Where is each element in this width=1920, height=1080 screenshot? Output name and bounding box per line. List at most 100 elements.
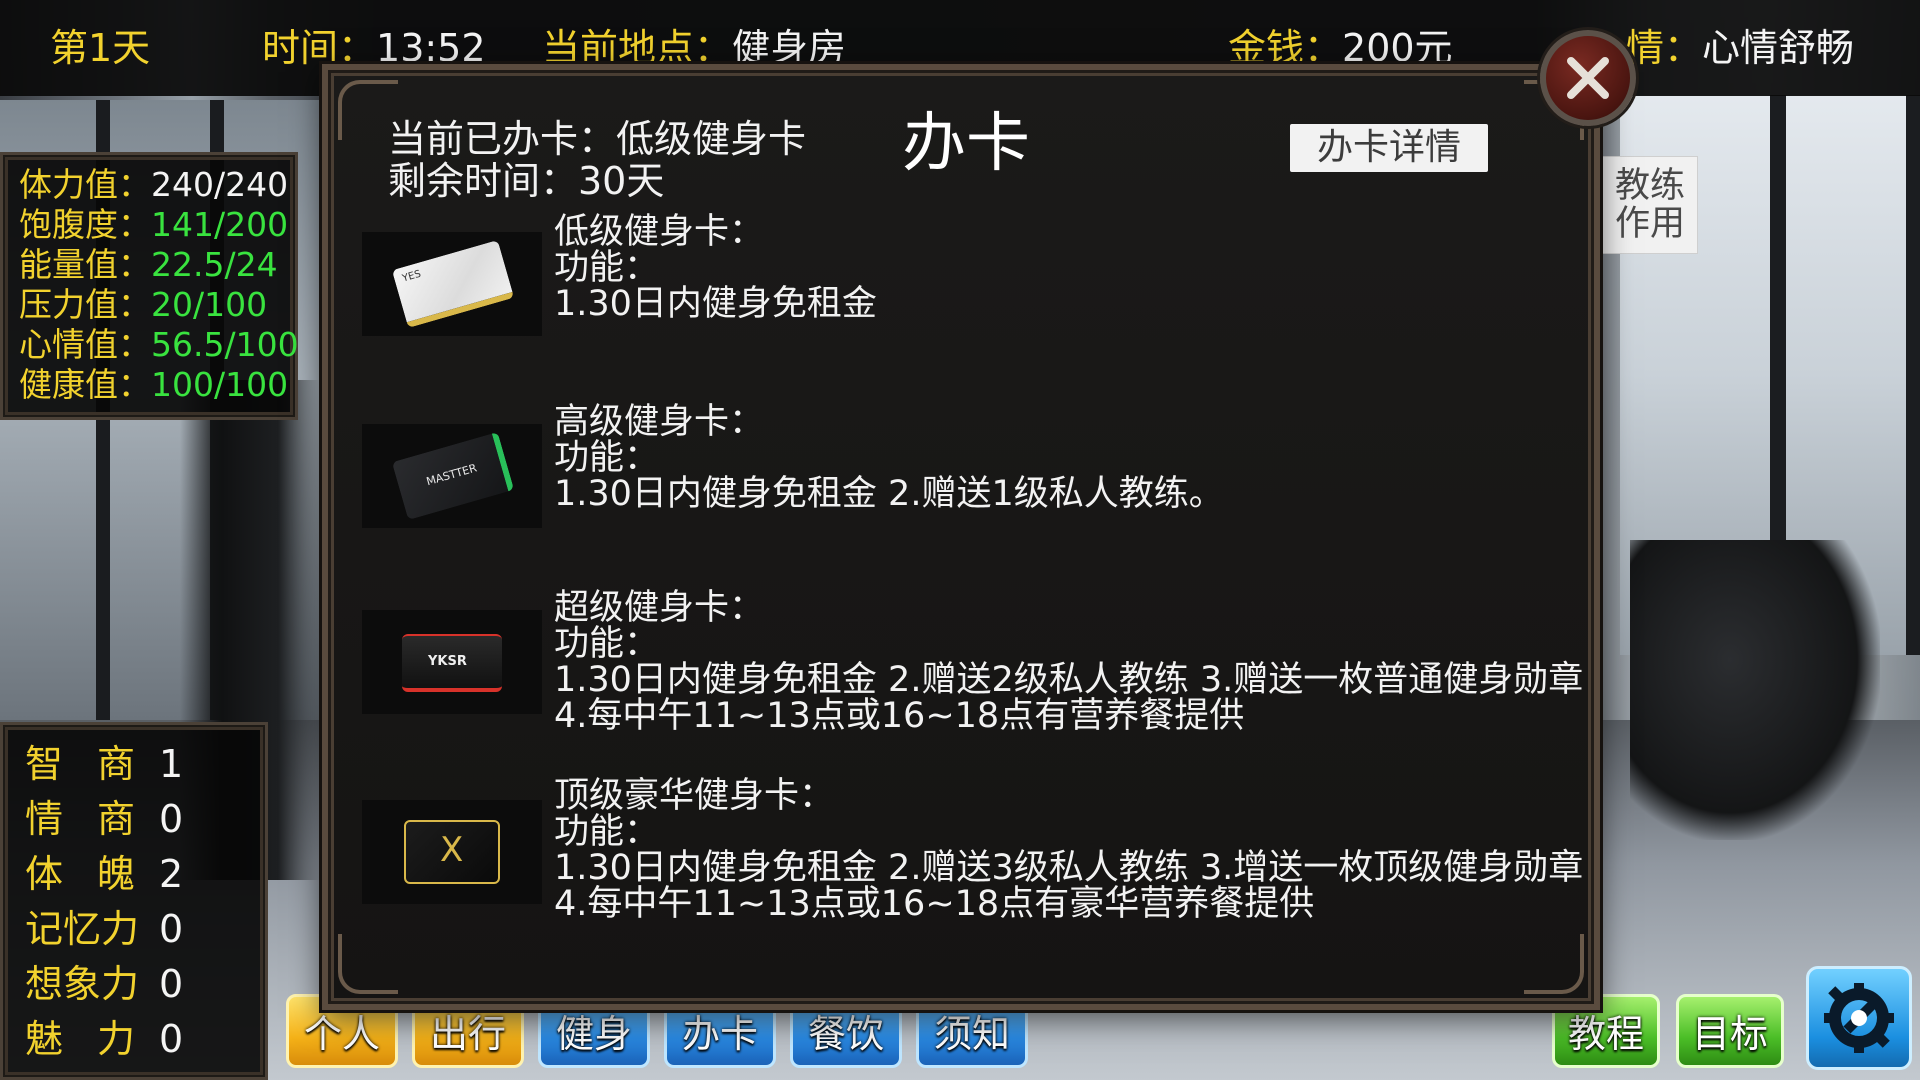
attributes-panel: 智商1 情商0 体魄2 记忆力 0 想象力 0 魅力0 — [0, 722, 268, 1080]
attr-name-part: 体 — [25, 852, 64, 896]
coach-function-button[interactable]: 教练 作用 — [1602, 156, 1698, 254]
attr-name-part: 想象 — [25, 962, 102, 1006]
attr-value: 0 — [159, 907, 184, 951]
card-face: YES — [391, 240, 515, 328]
card-name: 高级健身卡： — [554, 402, 765, 442]
attr-name-part: 魄 — [96, 852, 135, 896]
card-face: MASTTER — [391, 432, 515, 520]
attr-memory: 记忆力 0 — [25, 902, 265, 957]
current-card-status: 当前已办卡：低级健身卡 剩余时间：30天 — [388, 118, 806, 202]
card-name: 顶级豪华健身卡： — [554, 776, 835, 816]
day-counter: 第1天 — [50, 26, 151, 70]
card-name: 低级健身卡： — [554, 212, 765, 252]
coach-button-line1: 教练 — [1614, 166, 1685, 206]
attr-value: 2 — [159, 852, 184, 896]
card-benefit: 4.每中午11~13点或16~18点有豪华营养餐提供 — [554, 884, 1315, 924]
attr-name: 魅力 — [25, 1012, 147, 1067]
attr-name-part: 商 — [96, 742, 135, 786]
attr-name-part: 魅 — [25, 1017, 64, 1061]
gear-wrench-icon — [1824, 983, 1894, 1053]
stat-label: 健康值： — [19, 365, 151, 404]
attr-value: 1 — [159, 742, 184, 786]
stat-value: 240/240 — [151, 165, 289, 204]
stat-health: 健康值：100/100 — [19, 365, 295, 405]
dialog-title: 办卡 — [902, 107, 1030, 181]
advanced-card-info: 高级健身卡： 功能： 1.30日内健身免租金 2.赠送1级私人教练。 — [554, 404, 1224, 512]
attr-name-part: 智 — [25, 742, 64, 786]
card-brand: X — [440, 830, 464, 870]
stat-value: 20/100 — [151, 285, 268, 324]
attr-value: 0 — [159, 962, 184, 1006]
card-benefit: 4.每中午11~13点或16~18点有营养餐提供 — [554, 696, 1245, 736]
coach-button-line2: 作用 — [1614, 204, 1685, 244]
advanced-card-image[interactable]: MASTTER — [362, 424, 542, 528]
basic-card-info: 低级健身卡： 功能： 1.30日内健身免租金 — [554, 214, 877, 322]
mood-label: 情： — [1626, 26, 1703, 70]
card-function-label: 功能： — [554, 438, 660, 478]
card-face: X — [404, 820, 500, 884]
basic-card-image[interactable]: YES — [362, 232, 542, 336]
stat-label: 能量值： — [19, 245, 151, 284]
luxury-card-image[interactable]: X — [362, 800, 542, 904]
stat-satiety: 饱腹度：141/200 — [19, 205, 295, 245]
card-benefit: 1.30日内健身免租金 — [554, 284, 877, 324]
attr-name: 记忆力 — [25, 902, 147, 957]
attr-name-part: 力 — [101, 907, 140, 951]
card-function-label: 功能： — [554, 624, 660, 664]
card-benefit: 1.30日内健身免租金 2.赠送1级私人教练。 — [554, 474, 1224, 514]
stat-value: 22.5/24 — [151, 245, 278, 284]
mood-value: 心情舒畅 — [1702, 26, 1855, 70]
membership-card-dialog: 当前已办卡：低级健身卡 剩余时间：30天 办卡 办卡详情 YES 低级健身卡： … — [322, 64, 1600, 1010]
attr-name-part: 记忆 — [25, 907, 102, 951]
card-brand: MASTTER — [424, 461, 479, 489]
current-card: 当前已办卡：低级健身卡 — [388, 117, 807, 161]
super-card-image[interactable]: YKSR — [362, 610, 542, 714]
attr-name-part: 商 — [96, 797, 135, 841]
attr-name-part: 力 — [96, 1017, 135, 1061]
attr-physique: 体魄2 — [25, 847, 265, 902]
card-name: 超级健身卡： — [554, 588, 765, 628]
stat-label: 体力值： — [19, 165, 151, 204]
attr-name: 体魄 — [25, 847, 147, 902]
stat-value: 56.5/100 — [151, 325, 299, 364]
super-card-info: 超级健身卡： 功能： 1.30日内健身免租金 2.赠送2级私人教练 3.赠送一枚… — [554, 590, 1583, 734]
attr-name: 情商 — [25, 792, 147, 847]
attr-name-part: 力 — [101, 962, 140, 1006]
stat-stamina: 体力值：240/240 — [19, 165, 295, 205]
exercise-machine — [1630, 540, 1880, 840]
attr-iq: 智商1 — [25, 737, 265, 792]
stat-label: 压力值： — [19, 285, 151, 324]
card-function-label: 功能： — [554, 812, 660, 852]
attr-value: 0 — [159, 1017, 184, 1061]
stats-panel: 体力值：240/240 饱腹度：141/200 能量值：22.5/24 压力值：… — [0, 152, 299, 420]
goal-button[interactable]: 目标 — [1676, 994, 1784, 1068]
attr-name: 智商 — [25, 737, 147, 792]
frame-corner — [338, 934, 398, 994]
stat-energy: 能量值：22.5/24 — [19, 245, 295, 285]
stat-value: 141/200 — [151, 205, 289, 244]
mood-display: 情：心情舒畅 — [1626, 24, 1854, 72]
card-details-button[interactable]: 办卡详情 — [1290, 124, 1488, 172]
card-benefit: 1.30日内健身免租金 2.赠送3级私人教练 3.增送一枚顶级健身勋章 — [554, 848, 1584, 888]
card-face: YKSR — [402, 634, 502, 692]
card-brand: YES — [401, 268, 423, 285]
card-benefit: 1.30日内健身免租金 2.赠送2级私人教练 3.赠送一枚普通健身勋章 — [554, 660, 1584, 700]
stat-value: 100/100 — [151, 365, 289, 404]
attr-charm: 魅力0 — [25, 1012, 265, 1067]
stat-label: 心情值： — [19, 325, 151, 364]
frame-corner — [1524, 934, 1584, 994]
remaining-time: 剩余时间：30天 — [388, 159, 665, 203]
attr-name-part: 情 — [25, 797, 64, 841]
attr-imagination: 想象力 0 — [25, 957, 265, 1012]
close-dialog-button[interactable] — [1540, 30, 1636, 126]
stat-label: 饱腹度： — [19, 205, 151, 244]
card-brand: YKSR — [428, 654, 467, 669]
attr-name: 想象力 — [25, 957, 147, 1012]
attr-eq: 情商0 — [25, 792, 265, 847]
close-icon — [1567, 57, 1609, 99]
settings-button[interactable] — [1806, 966, 1912, 1070]
card-function-label: 功能： — [554, 248, 660, 288]
stat-mood: 心情值：56.5/100 — [19, 325, 299, 365]
luxury-card-info: 顶级豪华健身卡： 功能： 1.30日内健身免租金 2.赠送3级私人教练 3.增送… — [554, 778, 1583, 922]
stat-stress: 压力值：20/100 — [19, 285, 295, 325]
